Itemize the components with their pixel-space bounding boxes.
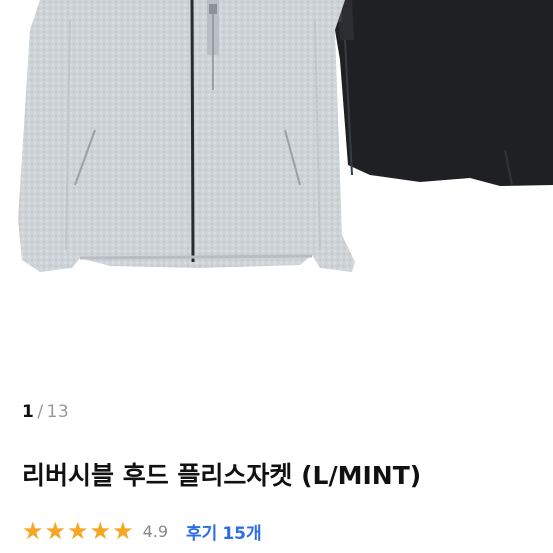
star-icon: ★ [67,517,89,545]
pager-separator: / [37,402,44,422]
pager-current: 1 [22,402,35,422]
image-pager: 1/13 [22,402,69,422]
product-image[interactable] [0,0,553,392]
pager-total: 13 [46,402,70,422]
star-icon: ★ [112,517,134,545]
star-icon: ★ [22,517,44,545]
reviews-label: 후기 [186,523,218,544]
star-icon: ★ [44,517,67,545]
rating-stars: ★ ★ ★ ★ ★ [22,519,135,543]
grey-fleece-jacket [18,0,355,272]
product-title: 리버시블 후드 플리스자켓 (L/MINT) [22,461,422,490]
rating-row: ★ ★ ★ ★ ★ 4.9 후기 15개 [22,516,262,546]
jacket-illustration [18,0,553,272]
star-icon: ★ [89,517,112,545]
dark-jacket [330,0,553,186]
reviews-count: 15개 [222,523,262,544]
rating-score: 4.9 [142,521,169,541]
reviews-link[interactable]: 후기 15개 [186,519,262,544]
